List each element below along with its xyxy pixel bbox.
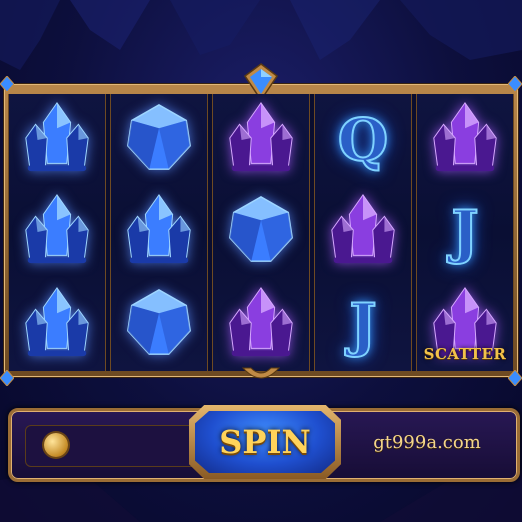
blue-crystal-icon bbox=[120, 99, 198, 181]
frame-bottom-ornament-icon bbox=[241, 367, 281, 379]
bet-panel bbox=[25, 425, 197, 467]
frame-corner-gem-icon bbox=[0, 370, 14, 386]
blue-crystal-icon bbox=[18, 191, 96, 273]
reel-2 bbox=[110, 94, 208, 371]
symbol-gem bbox=[315, 188, 411, 276]
symbol-gem bbox=[9, 96, 105, 184]
blue-crystal-icon bbox=[120, 284, 198, 366]
letter-symbol-text: J bbox=[348, 290, 377, 360]
symbol-gem bbox=[417, 96, 513, 184]
symbol-letter: Q bbox=[315, 96, 411, 184]
letter-symbol-text: Q bbox=[337, 105, 390, 175]
control-bar: SPIN gt999a.com bbox=[8, 405, 520, 482]
reel-4: Q J bbox=[314, 94, 412, 371]
symbol-letter: J bbox=[417, 188, 513, 276]
frame-corner-gem-icon bbox=[0, 76, 14, 92]
purple-crystal-icon bbox=[222, 284, 300, 366]
frame-corner-gem-icon bbox=[508, 76, 522, 92]
reel-3 bbox=[212, 94, 310, 371]
scatter-label: SCATTER bbox=[423, 344, 507, 363]
frame-corner-gem-icon bbox=[508, 370, 522, 386]
symbol-gem bbox=[9, 281, 105, 369]
symbol-letter: J bbox=[315, 281, 411, 369]
reel-5: J SCATTER bbox=[416, 94, 514, 371]
symbol-gem bbox=[213, 281, 309, 369]
blue-crystal-icon bbox=[222, 191, 300, 273]
symbol-gem bbox=[213, 96, 309, 184]
purple-crystal-icon bbox=[324, 191, 402, 273]
symbol-gem bbox=[111, 96, 207, 184]
blue-crystal-icon bbox=[18, 284, 96, 366]
site-url-text: gt999a.com bbox=[373, 431, 481, 453]
coin-icon[interactable] bbox=[44, 433, 68, 457]
symbol-gem bbox=[213, 188, 309, 276]
letter-symbol-text: J bbox=[450, 197, 479, 267]
spin-label: SPIN bbox=[219, 423, 311, 461]
scatter-symbol: SCATTER bbox=[417, 281, 513, 369]
symbol-gem bbox=[9, 188, 105, 276]
purple-crystal-icon bbox=[222, 99, 300, 181]
reel-1 bbox=[8, 94, 106, 371]
symbol-gem bbox=[111, 281, 207, 369]
symbol-gem bbox=[111, 188, 207, 276]
reels-grid: Q J J SCATTER bbox=[8, 94, 514, 371]
blue-crystal-icon bbox=[18, 99, 96, 181]
blue-crystal-icon bbox=[120, 191, 198, 273]
purple-crystal-icon bbox=[426, 99, 504, 181]
spin-button[interactable]: SPIN bbox=[195, 411, 335, 473]
